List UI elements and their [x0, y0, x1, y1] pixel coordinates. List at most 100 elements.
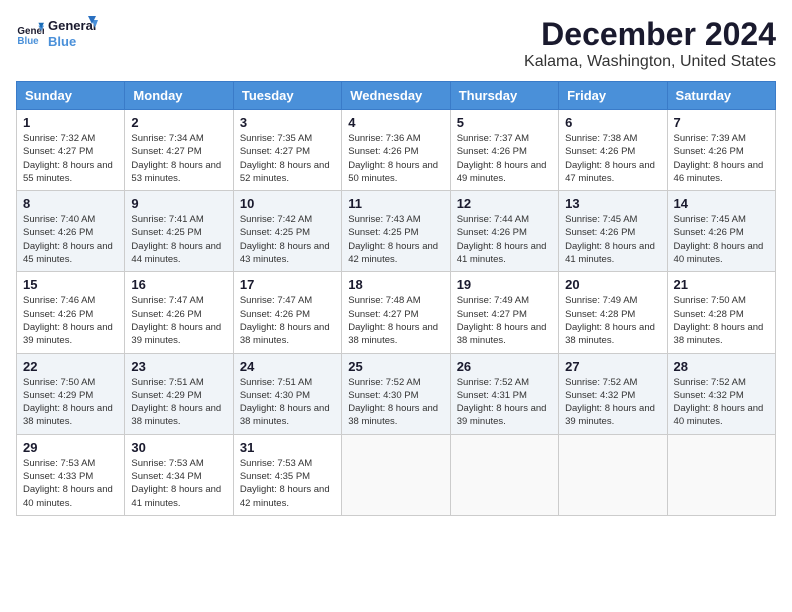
weekday-friday: Friday	[559, 82, 667, 110]
day-cell: 22 Sunrise: 7:50 AM Sunset: 4:29 PM Dayl…	[17, 353, 125, 434]
day-info: Sunrise: 7:53 AM Sunset: 4:33 PM Dayligh…	[23, 457, 118, 510]
day-info: Sunrise: 7:36 AM Sunset: 4:26 PM Dayligh…	[348, 132, 443, 185]
day-number: 4	[348, 115, 443, 130]
day-number: 20	[565, 277, 660, 292]
day-number: 12	[457, 196, 552, 211]
day-cell: 20 Sunrise: 7:49 AM Sunset: 4:28 PM Dayl…	[559, 272, 667, 353]
month-title: December 2024	[524, 16, 776, 53]
day-cell: 27 Sunrise: 7:52 AM Sunset: 4:32 PM Dayl…	[559, 353, 667, 434]
week-row-1: 1 Sunrise: 7:32 AM Sunset: 4:27 PM Dayli…	[17, 110, 776, 191]
day-info: Sunrise: 7:40 AM Sunset: 4:26 PM Dayligh…	[23, 213, 118, 266]
day-info: Sunrise: 7:45 AM Sunset: 4:26 PM Dayligh…	[674, 213, 769, 266]
week-row-5: 29 Sunrise: 7:53 AM Sunset: 4:33 PM Dayl…	[17, 434, 776, 515]
day-info: Sunrise: 7:43 AM Sunset: 4:25 PM Dayligh…	[348, 213, 443, 266]
weekday-wednesday: Wednesday	[342, 82, 450, 110]
day-cell: 1 Sunrise: 7:32 AM Sunset: 4:27 PM Dayli…	[17, 110, 125, 191]
day-number: 17	[240, 277, 335, 292]
day-cell: 28 Sunrise: 7:52 AM Sunset: 4:32 PM Dayl…	[667, 353, 775, 434]
day-number: 2	[131, 115, 226, 130]
day-cell: 3 Sunrise: 7:35 AM Sunset: 4:27 PM Dayli…	[233, 110, 341, 191]
day-cell: 26 Sunrise: 7:52 AM Sunset: 4:31 PM Dayl…	[450, 353, 558, 434]
day-cell: 24 Sunrise: 7:51 AM Sunset: 4:30 PM Dayl…	[233, 353, 341, 434]
day-cell: 5 Sunrise: 7:37 AM Sunset: 4:26 PM Dayli…	[450, 110, 558, 191]
day-number: 26	[457, 359, 552, 374]
day-cell: 6 Sunrise: 7:38 AM Sunset: 4:26 PM Dayli…	[559, 110, 667, 191]
weekday-header-row: SundayMondayTuesdayWednesdayThursdayFrid…	[17, 82, 776, 110]
weekday-sunday: Sunday	[17, 82, 125, 110]
day-number: 22	[23, 359, 118, 374]
day-cell: 14 Sunrise: 7:45 AM Sunset: 4:26 PM Dayl…	[667, 191, 775, 272]
day-number: 5	[457, 115, 552, 130]
day-info: Sunrise: 7:35 AM Sunset: 4:27 PM Dayligh…	[240, 132, 335, 185]
day-cell: 18 Sunrise: 7:48 AM Sunset: 4:27 PM Dayl…	[342, 272, 450, 353]
page-header: General Blue General Blue December 2024 …	[16, 16, 776, 71]
day-cell: 13 Sunrise: 7:45 AM Sunset: 4:26 PM Dayl…	[559, 191, 667, 272]
day-info: Sunrise: 7:51 AM Sunset: 4:29 PM Dayligh…	[131, 376, 226, 429]
day-cell	[450, 434, 558, 515]
day-info: Sunrise: 7:47 AM Sunset: 4:26 PM Dayligh…	[131, 294, 226, 347]
day-info: Sunrise: 7:47 AM Sunset: 4:26 PM Dayligh…	[240, 294, 335, 347]
day-info: Sunrise: 7:42 AM Sunset: 4:25 PM Dayligh…	[240, 213, 335, 266]
day-info: Sunrise: 7:32 AM Sunset: 4:27 PM Dayligh…	[23, 132, 118, 185]
day-number: 21	[674, 277, 769, 292]
week-row-3: 15 Sunrise: 7:46 AM Sunset: 4:26 PM Dayl…	[17, 272, 776, 353]
day-info: Sunrise: 7:50 AM Sunset: 4:29 PM Dayligh…	[23, 376, 118, 429]
day-info: Sunrise: 7:34 AM Sunset: 4:27 PM Dayligh…	[131, 132, 226, 185]
day-info: Sunrise: 7:52 AM Sunset: 4:32 PM Dayligh…	[674, 376, 769, 429]
day-cell: 12 Sunrise: 7:44 AM Sunset: 4:26 PM Dayl…	[450, 191, 558, 272]
day-cell: 10 Sunrise: 7:42 AM Sunset: 4:25 PM Dayl…	[233, 191, 341, 272]
day-cell: 21 Sunrise: 7:50 AM Sunset: 4:28 PM Dayl…	[667, 272, 775, 353]
day-cell: 19 Sunrise: 7:49 AM Sunset: 4:27 PM Dayl…	[450, 272, 558, 353]
weekday-thursday: Thursday	[450, 82, 558, 110]
day-number: 8	[23, 196, 118, 211]
day-number: 1	[23, 115, 118, 130]
day-cell: 4 Sunrise: 7:36 AM Sunset: 4:26 PM Dayli…	[342, 110, 450, 191]
day-number: 11	[348, 196, 443, 211]
day-info: Sunrise: 7:50 AM Sunset: 4:28 PM Dayligh…	[674, 294, 769, 347]
day-info: Sunrise: 7:37 AM Sunset: 4:26 PM Dayligh…	[457, 132, 552, 185]
day-cell: 23 Sunrise: 7:51 AM Sunset: 4:29 PM Dayl…	[125, 353, 233, 434]
day-info: Sunrise: 7:51 AM Sunset: 4:30 PM Dayligh…	[240, 376, 335, 429]
day-number: 9	[131, 196, 226, 211]
day-cell: 29 Sunrise: 7:53 AM Sunset: 4:33 PM Dayl…	[17, 434, 125, 515]
svg-text:Blue: Blue	[17, 36, 39, 47]
week-row-4: 22 Sunrise: 7:50 AM Sunset: 4:29 PM Dayl…	[17, 353, 776, 434]
weekday-saturday: Saturday	[667, 82, 775, 110]
day-number: 31	[240, 440, 335, 455]
day-number: 25	[348, 359, 443, 374]
day-info: Sunrise: 7:49 AM Sunset: 4:28 PM Dayligh…	[565, 294, 660, 347]
day-number: 24	[240, 359, 335, 374]
day-info: Sunrise: 7:45 AM Sunset: 4:26 PM Dayligh…	[565, 213, 660, 266]
day-cell: 7 Sunrise: 7:39 AM Sunset: 4:26 PM Dayli…	[667, 110, 775, 191]
day-info: Sunrise: 7:44 AM Sunset: 4:26 PM Dayligh…	[457, 213, 552, 266]
day-cell	[559, 434, 667, 515]
logo: General Blue General Blue	[16, 16, 98, 52]
day-cell: 11 Sunrise: 7:43 AM Sunset: 4:25 PM Dayl…	[342, 191, 450, 272]
day-cell: 30 Sunrise: 7:53 AM Sunset: 4:34 PM Dayl…	[125, 434, 233, 515]
day-number: 13	[565, 196, 660, 211]
day-cell	[342, 434, 450, 515]
day-cell: 16 Sunrise: 7:47 AM Sunset: 4:26 PM Dayl…	[125, 272, 233, 353]
svg-text:General: General	[48, 18, 96, 33]
day-info: Sunrise: 7:48 AM Sunset: 4:27 PM Dayligh…	[348, 294, 443, 347]
day-number: 3	[240, 115, 335, 130]
day-number: 23	[131, 359, 226, 374]
day-number: 15	[23, 277, 118, 292]
day-info: Sunrise: 7:41 AM Sunset: 4:25 PM Dayligh…	[131, 213, 226, 266]
day-number: 7	[674, 115, 769, 130]
day-number: 28	[674, 359, 769, 374]
location-title: Kalama, Washington, United States	[524, 53, 776, 71]
day-number: 6	[565, 115, 660, 130]
day-info: Sunrise: 7:52 AM Sunset: 4:31 PM Dayligh…	[457, 376, 552, 429]
day-cell: 15 Sunrise: 7:46 AM Sunset: 4:26 PM Dayl…	[17, 272, 125, 353]
day-number: 27	[565, 359, 660, 374]
day-number: 14	[674, 196, 769, 211]
day-info: Sunrise: 7:52 AM Sunset: 4:32 PM Dayligh…	[565, 376, 660, 429]
logo-svg: General Blue	[48, 16, 98, 52]
day-cell: 25 Sunrise: 7:52 AM Sunset: 4:30 PM Dayl…	[342, 353, 450, 434]
svg-text:Blue: Blue	[48, 34, 76, 49]
day-cell: 2 Sunrise: 7:34 AM Sunset: 4:27 PM Dayli…	[125, 110, 233, 191]
weekday-monday: Monday	[125, 82, 233, 110]
day-cell: 8 Sunrise: 7:40 AM Sunset: 4:26 PM Dayli…	[17, 191, 125, 272]
day-number: 30	[131, 440, 226, 455]
